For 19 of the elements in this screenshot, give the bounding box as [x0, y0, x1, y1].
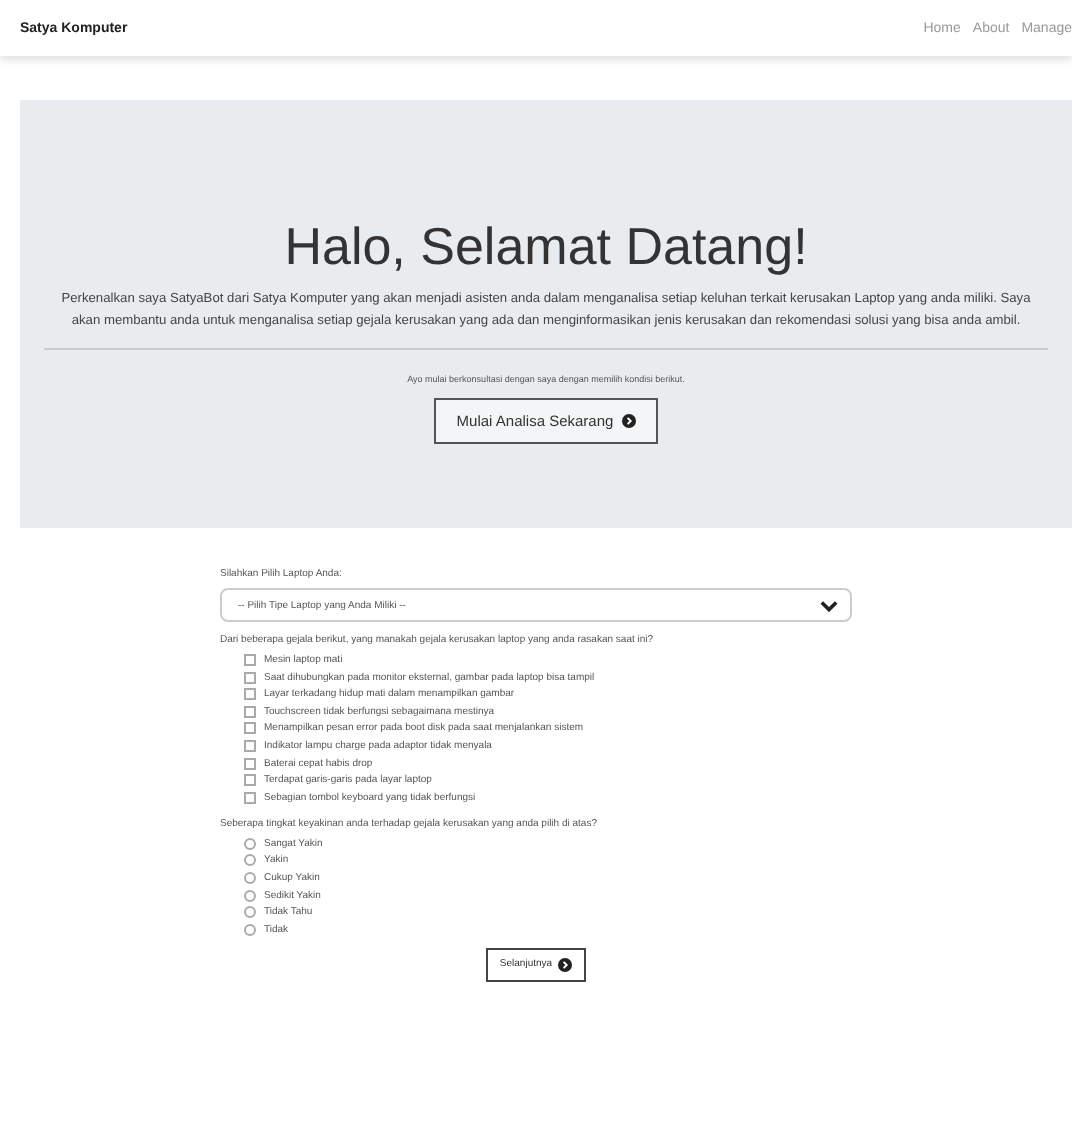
radio-button[interactable] — [244, 889, 256, 902]
arrow-circle-icon — [558, 957, 573, 972]
radio-button[interactable] — [244, 837, 256, 850]
checkbox[interactable] — [244, 739, 256, 752]
welcome-title: Halo, Selamat Datang! — [282, 216, 810, 278]
radio-button[interactable] — [244, 906, 256, 919]
radio-button[interactable] — [244, 854, 256, 867]
checkbox[interactable] — [244, 774, 256, 787]
arrow-circle-icon — [621, 414, 636, 429]
chevron-down-icon — [820, 599, 838, 611]
radio-button[interactable] — [244, 923, 256, 936]
checkbox[interactable] — [244, 722, 256, 735]
checkbox[interactable] — [244, 757, 256, 770]
checkbox[interactable] — [244, 671, 256, 684]
checkbox[interactable] — [244, 654, 256, 666]
radio-button[interactable] — [244, 871, 256, 884]
checkbox[interactable] — [244, 705, 256, 718]
checkbox[interactable] — [244, 688, 256, 701]
checkbox[interactable] — [244, 791, 256, 804]
